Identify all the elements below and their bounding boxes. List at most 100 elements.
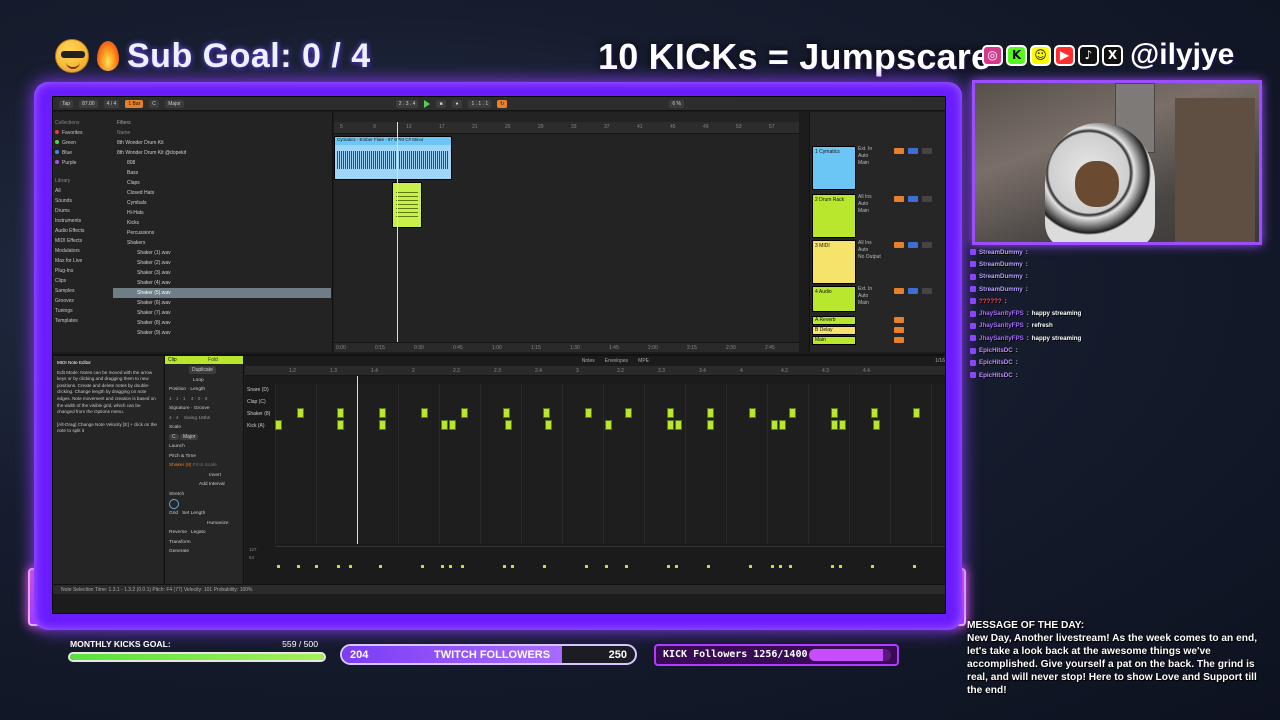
velocity-marker[interactable]: [839, 565, 842, 568]
track-output-select[interactable]: Main: [858, 160, 872, 167]
library-item[interactable]: Plug-Ins: [55, 266, 111, 276]
velocity-marker[interactable]: [511, 565, 514, 568]
library-item[interactable]: Tunings: [55, 306, 111, 316]
velocity-marker[interactable]: [277, 565, 280, 568]
track-arm-button[interactable]: [922, 196, 932, 202]
midi-note-editor[interactable]: Notes Envelopes MPE 1/16 1.2 1.3 1.4 2 2.2 2.…: [245, 356, 945, 594]
velocity-marker[interactable]: [379, 565, 382, 568]
fold-button[interactable]: Fold: [208, 357, 218, 363]
library-item[interactable]: Max for Live: [55, 256, 111, 266]
track-mute-button[interactable]: [894, 242, 904, 248]
filters-button[interactable]: Filters: [113, 118, 331, 128]
velocity-marker[interactable]: [441, 565, 444, 568]
scale-key-select[interactable]: C: [169, 433, 179, 440]
velocity-marker[interactable]: [543, 565, 546, 568]
browser-tree-item[interactable]: Claps: [113, 178, 331, 188]
shaker-note[interactable]: [337, 408, 344, 418]
generate-section[interactable]: Generate: [169, 547, 239, 557]
browser-tree-item[interactable]: Shaker (3).wav: [113, 268, 331, 278]
kick-note[interactable]: [545, 420, 552, 430]
browser-tree-item[interactable]: Shaker (4).wav: [113, 278, 331, 288]
track-mute-button[interactable]: [894, 288, 904, 294]
velocity-marker[interactable]: [667, 565, 670, 568]
transform-section[interactable]: Transform: [169, 538, 239, 548]
library-item[interactable]: Samples: [55, 286, 111, 296]
shaker-note[interactable]: [667, 408, 674, 418]
kick-note[interactable]: [667, 420, 674, 430]
return-mute-button[interactable]: [894, 317, 904, 323]
shaker-note[interactable]: [913, 408, 920, 418]
loop-start-field[interactable]: 1 . 1 . 1: [468, 99, 492, 108]
scale-mode-select[interactable]: Major: [179, 433, 199, 440]
velocity-lane[interactable]: 127 64: [249, 546, 945, 570]
kick-note[interactable]: [873, 420, 880, 430]
return-track-header[interactable]: A Reverb: [812, 316, 856, 325]
track-mute-button[interactable]: [894, 148, 904, 154]
quantize-field[interactable]: 1 Bar: [125, 99, 144, 108]
browser-tree-item[interactable]: Hi-Hats: [113, 208, 331, 218]
invert-button[interactable]: Invert: [169, 471, 239, 481]
track-solo-button[interactable]: [908, 148, 918, 154]
play-icon[interactable]: [424, 99, 431, 108]
velocity-marker[interactable]: [771, 565, 774, 568]
arrangement-playhead[interactable]: [397, 122, 398, 342]
loop-toggle[interactable]: ↻: [497, 99, 508, 108]
duplicate-button[interactable]: Duplicate: [189, 366, 216, 374]
velocity-marker[interactable]: [749, 565, 752, 568]
shaker-note[interactable]: [379, 408, 386, 418]
velocity-marker[interactable]: [605, 565, 608, 568]
kick-note[interactable]: [505, 420, 512, 430]
return-track-header[interactable]: B Delay: [812, 326, 856, 335]
track-arm-button[interactable]: [922, 148, 932, 154]
browser-tree-item[interactable]: Shaker (8).wav: [113, 318, 331, 328]
shaker-note[interactable]: [503, 408, 510, 418]
kick-note[interactable]: [707, 420, 714, 430]
note-editor-ruler[interactable]: 1.2 1.3 1.4 2 2.2 2.3 2.4 3 3.2 3.3 3.4 4 4.2 4.3 4.4: [245, 366, 945, 376]
drum-lane-label[interactable]: Clap (C): [245, 396, 275, 408]
library-item[interactable]: Templates: [55, 316, 111, 326]
velocity-marker[interactable]: [461, 565, 464, 568]
humanize-button[interactable]: Humanize: [169, 519, 239, 529]
browser-tree-item[interactable]: Closed Hats: [113, 188, 331, 198]
kick-note[interactable]: [605, 420, 612, 430]
library-item[interactable]: Drums: [55, 206, 111, 216]
scale-field[interactable]: Major: [165, 99, 184, 108]
shaker-note[interactable]: [707, 408, 714, 418]
set-length-button[interactable]: Set Length: [182, 511, 205, 516]
kick-note[interactable]: [779, 420, 786, 430]
drum-lane-label[interactable]: Kick (A): [245, 420, 275, 432]
browser-tree-item[interactable]: Shaker (5).wav: [113, 288, 331, 298]
return-track-header[interactable]: Main: [812, 336, 856, 345]
meter-field[interactable]: 4 / 4: [103, 99, 120, 108]
velocity-marker[interactable]: [625, 565, 628, 568]
browser-tree-item[interactable]: Shaker (1).wav: [113, 248, 331, 258]
browser-tree-item[interactable]: Percussions: [113, 228, 331, 238]
track-mute-button[interactable]: [894, 196, 904, 202]
mixer-track-header[interactable]: 3 MIDI: [812, 240, 856, 284]
browser-tree-item[interactable]: Bass: [113, 168, 331, 178]
browser-tree-item[interactable]: 808: [113, 158, 331, 168]
reverse-button[interactable]: Reverse: [169, 530, 187, 535]
library-item[interactable]: Grooves: [55, 296, 111, 306]
track-monitor-select[interactable]: Auto: [858, 201, 872, 208]
shaker-note[interactable]: [543, 408, 550, 418]
shaker-note[interactable]: [749, 408, 756, 418]
velocity-marker[interactable]: [337, 565, 340, 568]
browser-tree-item[interactable]: Shaker (9).wav: [113, 328, 331, 338]
track-solo-button[interactable]: [908, 242, 918, 248]
velocity-marker[interactable]: [585, 565, 588, 568]
library-item[interactable]: MIDI Effects: [55, 236, 111, 246]
browser-tree-item[interactable]: Shaker (6).wav: [113, 298, 331, 308]
library-item[interactable]: Sounds: [55, 196, 111, 206]
shaker-note[interactable]: [461, 408, 468, 418]
velocity-marker[interactable]: [871, 565, 874, 568]
browser-tree-item[interactable]: Kicks: [113, 218, 331, 228]
browser-tree-item[interactable]: Cymbals: [113, 198, 331, 208]
kick-note[interactable]: [441, 420, 448, 430]
mixer-track-header[interactable]: 1 Cymatics: [812, 146, 856, 190]
arrangement-view[interactable]: 5 9 13 17 21 25 29 33 37 41 45 49 53 57 Cymatics - Em…: [334, 112, 799, 352]
track-monitor-select[interactable]: Auto: [858, 293, 872, 300]
track-monitor-select[interactable]: Auto: [858, 153, 872, 160]
shaker-note[interactable]: [625, 408, 632, 418]
shaker-note[interactable]: [789, 408, 796, 418]
